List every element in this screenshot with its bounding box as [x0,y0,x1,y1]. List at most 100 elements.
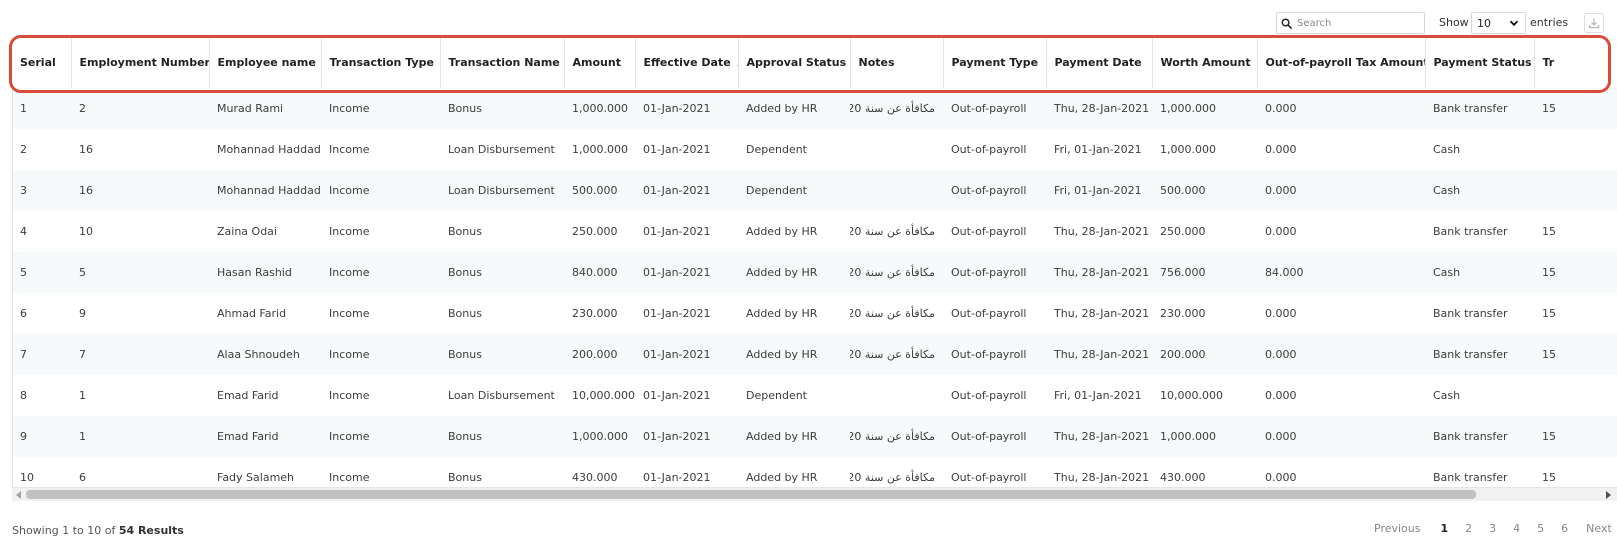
cell-transaction-type: Income [321,375,440,416]
pagination-next[interactable]: Next [1586,522,1612,535]
table-row[interactable]: 7 7 Alaa Shnoudeh Income Bonus 200.000 01-Jan-… [12,334,1617,375]
cell-approval-status: Dependent [738,170,850,211]
column-header-effective-date[interactable]: Effective Date [635,37,739,88]
column-header-tax-amount[interactable]: Out-of-payroll Tax Amount [1257,37,1426,88]
column-header-payment-type[interactable]: Payment Type [943,37,1047,88]
column-header-notes[interactable]: Notes [850,37,944,88]
cell-amount: 10,000.000 [564,375,635,416]
pagination-page-3[interactable]: 3 [1489,522,1496,535]
cell-payment-date: Thu, 28-Jan-2021 [1046,252,1152,293]
horizontal-scrollbar[interactable] [12,487,1617,501]
results-info: Showing 1 to 10 of 54 Results [12,524,184,537]
cell-transaction-type: Income [321,293,440,334]
table-left-border [12,88,13,488]
cell-worth-amount: 756.000 [1152,252,1257,293]
cell-transaction-name: Bonus [440,293,564,334]
column-header-transaction-name[interactable]: Transaction Name [440,37,565,88]
pagination-page-1[interactable]: 1 [1441,522,1449,535]
cell-transaction-type: Income [321,129,440,170]
cell-employee-name: Mohannad Haddad [209,170,321,211]
export-button[interactable] [1584,13,1604,33]
pagination-previous[interactable]: Previous [1374,522,1421,535]
cell-truncated: 15 [1534,211,1617,252]
table-row[interactable]: 1 2 Murad Rami Income Bonus 1,000.000 01-Jan-2… [12,88,1617,129]
scrollbar-thumb[interactable] [26,490,1476,499]
cell-effective-date: 01-Jan-2021 [635,211,738,252]
cell-serial: 1 [12,88,71,129]
cell-notes [850,375,943,416]
column-header-employment-number[interactable]: Employment Number [71,37,210,88]
cell-employee-name: Ahmad Farid [209,293,321,334]
scroll-right-arrow-icon[interactable] [1605,491,1612,499]
cell-amount: 1,000.000 [564,129,635,170]
column-header-amount[interactable]: Amount [564,37,636,88]
search-box[interactable] [1276,12,1425,34]
cell-transaction-type: Income [321,252,440,293]
column-header-worth-amount[interactable]: Worth Amount [1152,37,1258,88]
cell-transaction-name: Bonus [440,88,564,129]
pagination-page-5[interactable]: 5 [1537,522,1544,535]
cell-transaction-type: Income [321,416,440,457]
column-header-truncated[interactable]: Tr [1534,37,1617,88]
cell-approval-status: Added by HR [738,88,850,129]
cell-truncated [1534,170,1617,211]
cell-worth-amount: 1,000.000 [1152,88,1257,129]
search-input[interactable] [1297,17,1422,29]
column-header-employee-name[interactable]: Employee name [209,37,322,88]
cell-effective-date: 01-Jan-2021 [635,416,738,457]
table-row[interactable]: 3 16 Mohannad Haddad Income Loan Disbursemen… [12,170,1617,211]
table-row[interactable]: 5 5 Hasan Rashid Income Bonus 840.000 01-Jan-2… [12,252,1617,293]
cell-employment-number: 10 [71,211,209,252]
table-row[interactable]: 8 1 Emad Farid Income Loan Disbursement 10,00… [12,375,1617,416]
cell-worth-amount: 1,000.000 [1152,129,1257,170]
cell-transaction-name: Loan Disbursement [440,129,564,170]
results-count: 54 Results [118,524,184,537]
table-row[interactable]: 4 10 Zaina Odai Income Bonus 250.000 01-Jan-20… [12,211,1617,252]
cell-payment-status: Bank transfer [1425,88,1534,129]
cell-approval-status: Added by HR [738,211,850,252]
entries-select[interactable]: 10 [1471,12,1526,34]
cell-amount: 840.000 [564,252,635,293]
column-header-transaction-type[interactable]: Transaction Type [321,37,441,88]
column-header-payment-date[interactable]: Payment Date [1046,37,1153,88]
cell-truncated: 15 [1534,293,1617,334]
cell-tax-amount: 0.000 [1257,211,1425,252]
cell-tax-amount: 0.000 [1257,129,1425,170]
pagination-page-2[interactable]: 2 [1465,522,1472,535]
cell-worth-amount: 200.000 [1152,334,1257,375]
cell-tax-amount: 84.000 [1257,252,1425,293]
cell-notes: مكافأة عن سنة 2020 [850,416,943,457]
cell-payment-type: Out-of-payroll [943,334,1046,375]
cell-transaction-type: Income [321,334,440,375]
cell-tax-amount: 0.000 [1257,375,1425,416]
cell-amount: 1,000.000 [564,88,635,129]
cell-payment-date: Thu, 28-Jan-2021 [1046,88,1152,129]
table-row[interactable]: 6 9 Ahmad Farid Income Bonus 230.000 01-Jan-20… [12,293,1617,334]
cell-employment-number: 9 [71,293,209,334]
cell-payment-status: Cash [1425,129,1534,170]
cell-transaction-type: Income [321,88,440,129]
cell-serial: 7 [12,334,71,375]
pagination-page-4[interactable]: 4 [1513,522,1520,535]
cell-truncated [1534,375,1617,416]
cell-tax-amount: 0.000 [1257,416,1425,457]
column-header-serial[interactable]: Serial [12,37,72,88]
cell-notes: مكافأة عن سنة 2020 [850,211,943,252]
cell-transaction-name: Bonus [440,334,564,375]
table-row[interactable]: 9 1 Emad Farid Income Bonus 1,000.000 01-Jan-2… [12,416,1617,457]
cell-transaction-name: Bonus [440,252,564,293]
pagination-page-6[interactable]: 6 [1561,522,1568,535]
cell-approval-status: Added by HR [738,416,850,457]
cell-employee-name: Murad Rami [209,88,321,129]
cell-payment-status: Bank transfer [1425,416,1534,457]
table-row[interactable]: 2 16 Mohannad Haddad Income Loan Disbursemen… [12,129,1617,170]
download-icon [1588,18,1600,29]
cell-employment-number: 5 [71,252,209,293]
column-header-approval-status[interactable]: Approval Status [738,37,851,88]
cell-serial: 4 [12,211,71,252]
scroll-left-arrow-icon[interactable] [15,491,22,499]
cell-worth-amount: 1,000.000 [1152,416,1257,457]
cell-payment-type: Out-of-payroll [943,252,1046,293]
cell-transaction-name: Loan Disbursement [440,170,564,211]
column-header-payment-status[interactable]: Payment Status [1425,37,1535,88]
